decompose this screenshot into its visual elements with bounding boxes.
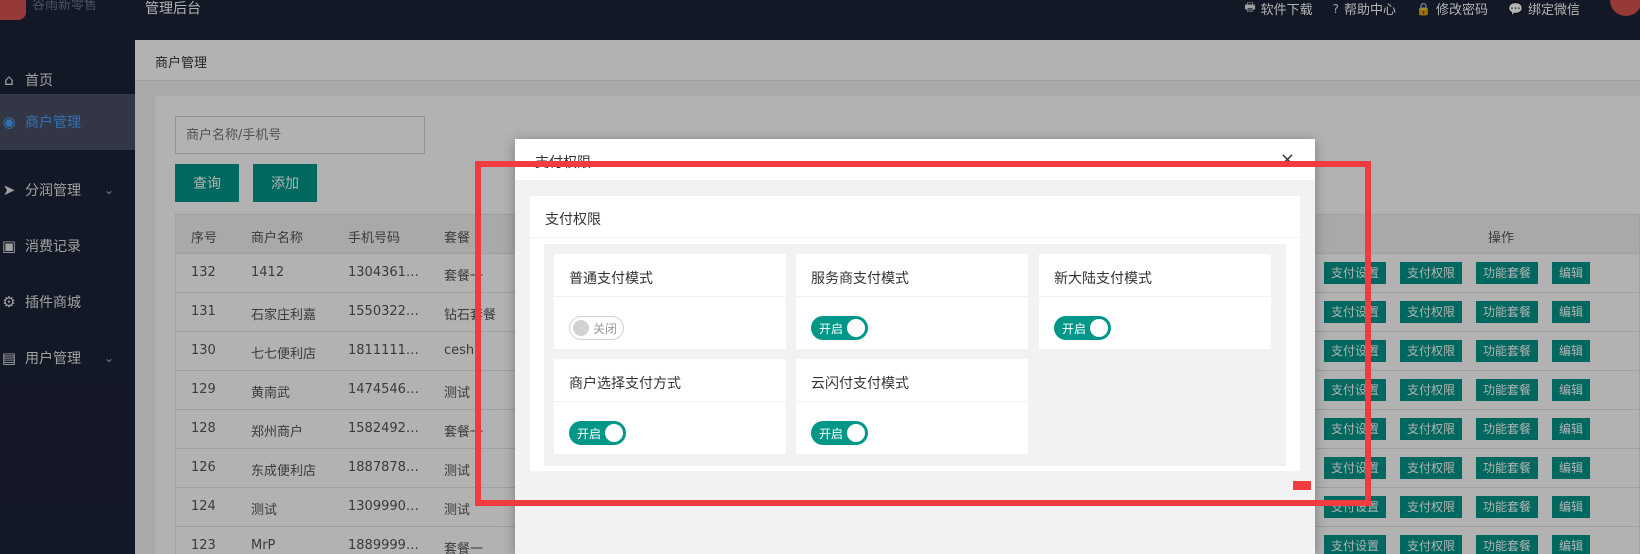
annotation-box [475,161,1371,506]
annotation-mark [1293,481,1311,490]
